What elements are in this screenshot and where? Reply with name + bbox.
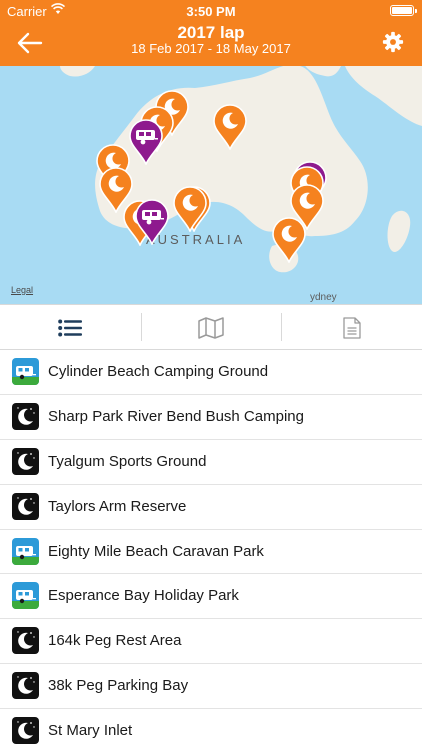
moon-stars-icon	[12, 447, 39, 475]
caravan-park-pin[interactable]	[135, 199, 169, 245]
list-icon	[58, 319, 82, 336]
moon-stars-icon	[12, 672, 39, 700]
caravan-park-icon	[12, 582, 39, 610]
list-item[interactable]: Sharp Park River Bend Bush Camping	[0, 395, 422, 440]
list-item-label: Esperance Bay Holiday Park	[48, 587, 239, 605]
gear-icon[interactable]	[382, 31, 404, 53]
app-header: Carrier 3:50 PM 2017 lap 18 Feb 2017 - 1…	[0, 0, 422, 66]
list-item-label: Tyalgum Sports Ground	[48, 452, 207, 470]
status-bar: Carrier 3:50 PM	[0, 0, 422, 22]
list-item-label: 38k Peg Parking Bay	[48, 677, 189, 695]
caravan-park-icon	[12, 358, 39, 385]
moon-stars-icon	[12, 492, 39, 520]
moon-stars-icon	[12, 627, 39, 655]
list-item-label: Eighty Mile Beach Caravan Park	[48, 542, 264, 560]
list-item[interactable]: Esperance Bay Holiday Park	[0, 574, 422, 620]
site-list: Cylinder Beach Camping Ground Sharp Park…	[0, 350, 422, 750]
legal-link[interactable]: Legal	[11, 285, 33, 295]
list-item[interactable]: Taylors Arm Reserve	[0, 485, 422, 530]
australia-landmass	[60, 66, 422, 273]
tab-list[interactable]	[0, 305, 140, 350]
tab-notes[interactable]	[282, 305, 422, 350]
view-switcher	[0, 304, 422, 350]
campsite-pin[interactable]	[173, 186, 207, 232]
page-title: 2017 lap	[177, 23, 245, 42]
list-item[interactable]: 38k Peg Parking Bay	[0, 664, 422, 710]
caravan-park-pin[interactable]	[129, 119, 163, 165]
list-item-label: St Mary Inlet	[48, 722, 133, 740]
list-item-label: Sharp Park River Bend Bush Camping	[48, 407, 304, 425]
moon-stars-icon	[12, 717, 39, 745]
list-item-label: Taylors Arm Reserve	[48, 497, 187, 515]
clock: 3:50 PM	[186, 4, 236, 19]
campsite-pin[interactable]	[213, 104, 247, 150]
campsite-pin[interactable]	[272, 217, 306, 263]
tab-map[interactable]	[141, 305, 281, 350]
moon-stars-icon	[12, 402, 39, 430]
date-range: 18 Feb 2017 - 18 May 2017	[131, 41, 291, 56]
map-view[interactable]: AUSTRALIA ydney Legal	[0, 66, 422, 304]
list-item[interactable]: Cylinder Beach Camping Ground	[0, 350, 422, 395]
map-icon	[198, 316, 224, 339]
map-city-label: ydney	[310, 292, 337, 303]
list-item-label: 164k Peg Rest Area	[48, 632, 182, 650]
list-item[interactable]: Tyalgum Sports Ground	[0, 440, 422, 485]
battery-icon	[390, 5, 417, 16]
list-item[interactable]: Eighty Mile Beach Caravan Park	[0, 530, 422, 575]
caravan-park-icon	[12, 537, 39, 565]
document-icon	[343, 316, 361, 339]
list-item-label: Cylinder Beach Camping Ground	[48, 363, 269, 380]
list-item[interactable]: St Mary Inlet	[0, 709, 422, 750]
list-item[interactable]: 164k Peg Rest Area	[0, 619, 422, 665]
